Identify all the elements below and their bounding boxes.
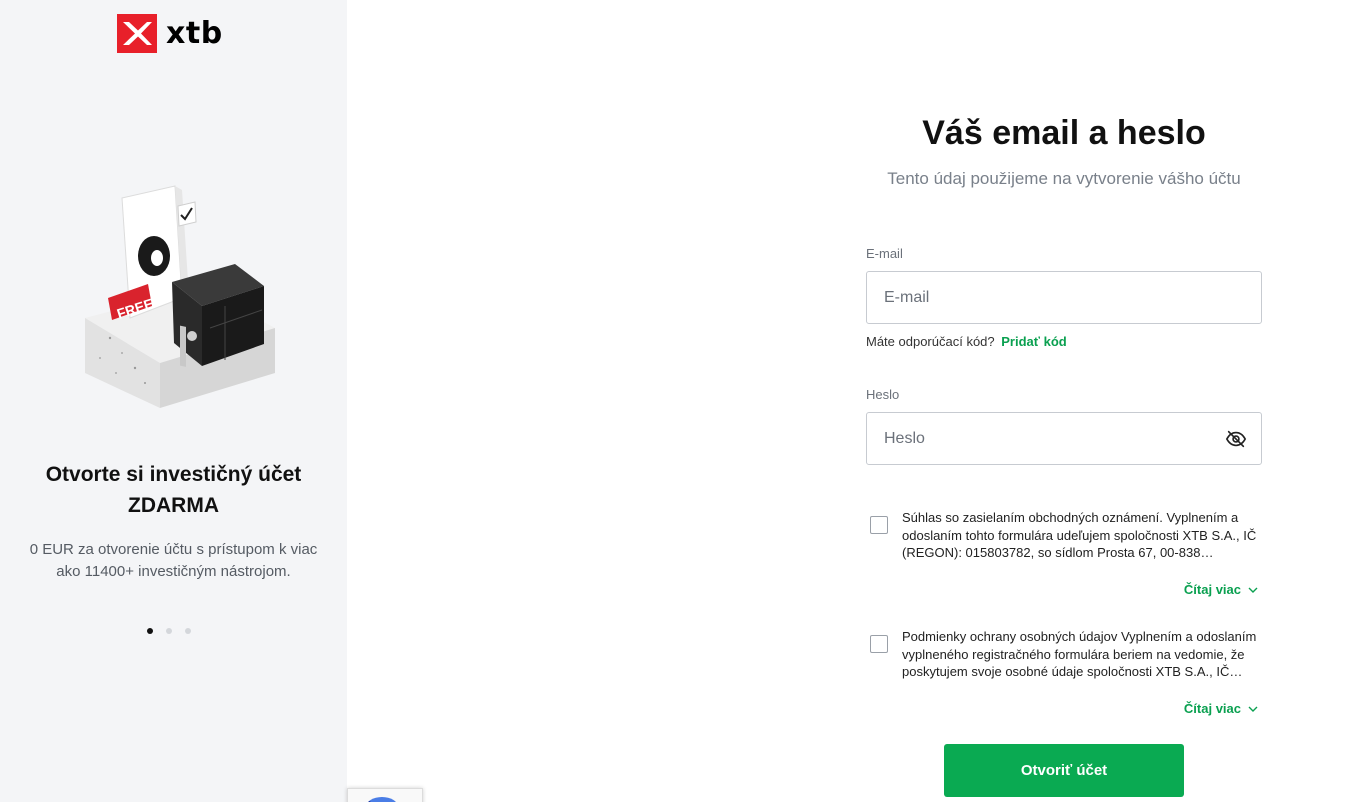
promo-description: 0 EUR za otvorenie účtu s prístupom k vi…: [0, 539, 347, 583]
promo-description-line2: ako 11400+ investičným nástrojom.: [56, 563, 291, 580]
password-label: Heslo: [866, 387, 900, 402]
recaptcha-icon: [366, 797, 398, 802]
promo-title-line2: ZDARMA: [128, 494, 219, 517]
chevron-down-icon: [1248, 587, 1258, 593]
carousel-dot-1[interactable]: [147, 628, 153, 634]
email-input[interactable]: [867, 272, 1261, 323]
chevron-down-icon: [1248, 706, 1258, 712]
privacy-consent: Podmienky ochrany osobných údajov Vyplne…: [870, 628, 1262, 681]
xtb-logo-icon: [117, 14, 157, 53]
eye-off-icon[interactable]: [1225, 428, 1247, 450]
email-label: E-mail: [866, 246, 903, 261]
password-field-box: [866, 412, 1262, 465]
carousel-dot-3[interactable]: [185, 628, 191, 634]
account-illustration: FREE: [50, 178, 300, 418]
page-title: Váš email a heslo: [922, 114, 1206, 152]
referral-question: Máte odporúčací kód?: [866, 334, 995, 349]
marketing-consent-checkbox[interactable]: [870, 516, 888, 534]
xtb-logo[interactable]: xtb: [117, 14, 223, 53]
logo-text: xtb: [166, 16, 223, 51]
marketing-consent: Súhlas so zasielaním obchodných oznámení…: [870, 509, 1262, 562]
promo-panel: xtb FREE Otvorte si investičný účet ZDAR…: [0, 0, 347, 802]
referral-row: Máte odporúčací kód? Pridať kód: [866, 334, 1067, 349]
privacy-consent-text: Podmienky ochrany osobných údajov Vyplne…: [902, 629, 1257, 679]
promo-title: Otvorte si investičný účet ZDARMA: [0, 459, 347, 521]
read-more-label: Čítaj viac: [1183, 701, 1241, 716]
carousel-dot-2[interactable]: [166, 628, 172, 634]
read-more-label: Čítaj viac: [1183, 582, 1241, 597]
marketing-consent-read-more[interactable]: Čítaj viac: [1184, 582, 1258, 597]
open-account-button[interactable]: Otvoriť účet: [944, 744, 1184, 797]
marketing-consent-text: Súhlas so zasielaním obchodných oznámení…: [902, 510, 1257, 560]
add-referral-code-link[interactable]: Pridať kód: [1001, 334, 1066, 349]
carousel-dots: [147, 628, 191, 634]
page-subtitle: Tento údaj použijeme na vytvorenie vášho…: [887, 169, 1241, 188]
password-input[interactable]: [867, 413, 1261, 464]
promo-description-line1: 0 EUR za otvorenie účtu s prístupom k vi…: [29, 541, 318, 558]
email-field-box: [866, 271, 1262, 324]
privacy-consent-checkbox[interactable]: [870, 635, 888, 653]
promo-title-line1: Otvorte si investičný účet: [45, 463, 302, 486]
privacy-consent-read-more[interactable]: Čítaj viac: [1184, 701, 1258, 716]
recaptcha-badge[interactable]: [347, 788, 423, 802]
